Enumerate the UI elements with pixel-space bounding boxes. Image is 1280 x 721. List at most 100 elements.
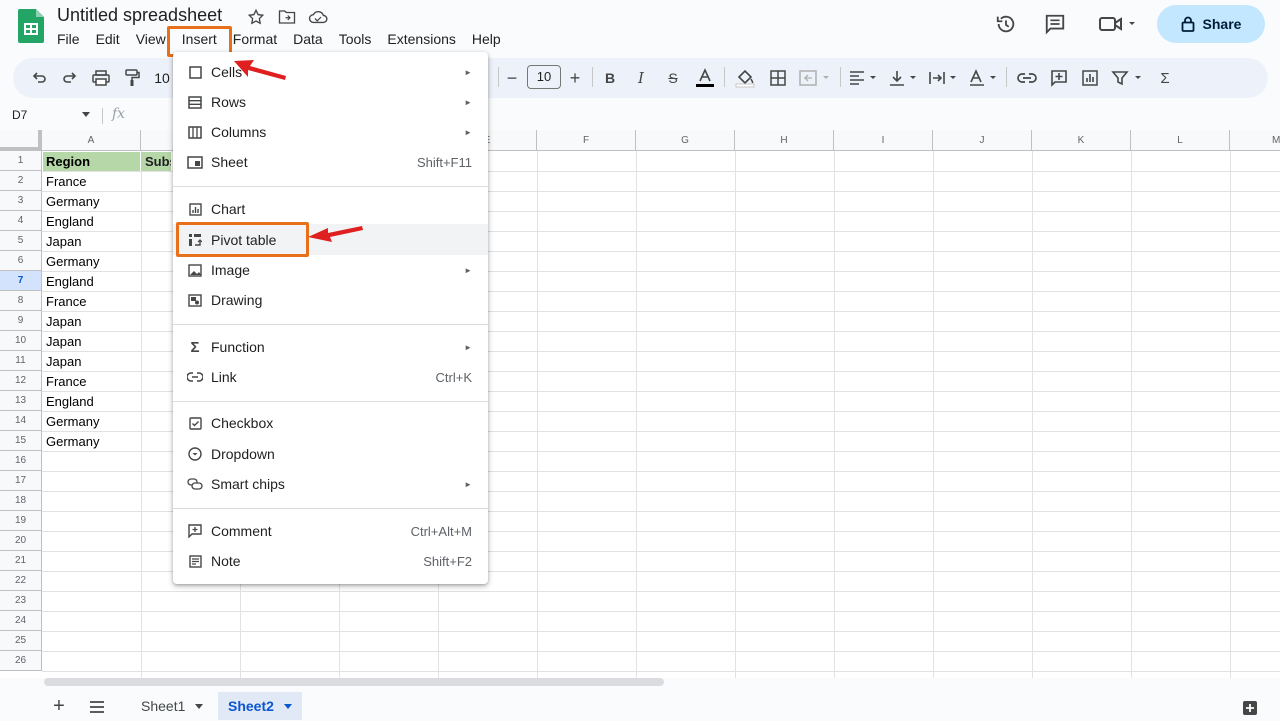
functions-icon[interactable]: Σ	[1153, 66, 1177, 90]
row-header[interactable]: 4	[0, 211, 42, 231]
cell-a[interactable]: Japan	[43, 232, 140, 251]
print-icon[interactable]	[89, 66, 113, 90]
undo-icon[interactable]	[27, 66, 51, 90]
column-header-h[interactable]: H	[735, 130, 834, 151]
menu-item-dropdown[interactable]: Dropdown	[173, 439, 488, 469]
cell-a[interactable]: France	[43, 292, 140, 311]
cell-a[interactable]: Germany	[43, 432, 140, 451]
row-header[interactable]: 1	[0, 151, 42, 171]
row-header[interactable]: 3	[0, 191, 42, 211]
row-header[interactable]: 16	[0, 451, 42, 471]
cell-a[interactable]: England	[43, 392, 140, 411]
horizontal-align-icon[interactable]	[848, 66, 882, 90]
menu-item-drawing[interactable]: Drawing	[173, 285, 488, 315]
menu-item-link[interactable]: Link Ctrl+K	[173, 362, 488, 392]
menu-help[interactable]: Help	[464, 30, 509, 50]
menu-data[interactable]: Data	[285, 30, 331, 50]
star-icon[interactable]	[246, 8, 266, 26]
menu-item-smart-chips[interactable]: Smart chips ►	[173, 469, 488, 499]
menu-edit[interactable]: Edit	[88, 30, 128, 50]
column-header-k[interactable]: K	[1032, 130, 1131, 151]
column-header-a[interactable]: A	[42, 130, 141, 151]
fill-color-icon[interactable]	[733, 66, 757, 90]
menu-item-function[interactable]: Σ Function ►	[173, 332, 488, 362]
name-box-dropdown-icon[interactable]	[82, 112, 90, 117]
row-header[interactable]: 23	[0, 591, 42, 611]
row-header[interactable]: 8	[0, 291, 42, 311]
row-header-selected[interactable]: 7	[0, 271, 42, 291]
menu-format[interactable]: Format	[225, 30, 285, 50]
row-header[interactable]: 18	[0, 491, 42, 511]
menu-item-sheet[interactable]: Sheet Shift+F11	[173, 147, 488, 177]
comments-icon[interactable]	[1043, 12, 1067, 36]
move-folder-icon[interactable]	[277, 8, 297, 26]
decrease-font-size-icon[interactable]: −	[500, 66, 524, 90]
meet-icon[interactable]	[1096, 12, 1140, 36]
row-header[interactable]: 15	[0, 431, 42, 451]
bold-icon[interactable]: B	[598, 66, 622, 90]
row-header[interactable]: 25	[0, 631, 42, 651]
sheet-tab-sheet2[interactable]: Sheet2	[218, 692, 302, 720]
strikethrough-icon[interactable]: S	[661, 66, 685, 90]
add-sheet-icon[interactable]: +	[50, 696, 68, 716]
all-sheets-icon[interactable]	[89, 700, 105, 713]
redo-icon[interactable]	[58, 66, 82, 90]
document-title[interactable]: Untitled spreadsheet	[57, 5, 222, 26]
menu-item-cells[interactable]: Cells ►	[173, 57, 488, 87]
merge-cells-icon[interactable]	[798, 66, 834, 90]
row-header[interactable]: 24	[0, 611, 42, 631]
sheet-tab-sheet1[interactable]: Sheet1	[131, 692, 213, 720]
text-wrapping-icon[interactable]	[928, 66, 962, 90]
column-header-i[interactable]: I	[834, 130, 933, 151]
insert-link-icon[interactable]	[1015, 66, 1039, 90]
insert-chart-icon[interactable]	[1078, 66, 1102, 90]
cell-a[interactable]: Germany	[43, 192, 140, 211]
row-header[interactable]: 9	[0, 311, 42, 331]
insert-comment-icon[interactable]	[1047, 66, 1071, 90]
italic-icon[interactable]: I	[629, 66, 653, 90]
share-button[interactable]: Share	[1157, 5, 1265, 43]
horizontal-scrollbar[interactable]	[44, 678, 664, 686]
row-header[interactable]: 10	[0, 331, 42, 351]
cell-b1-header[interactable]: Subs	[141, 152, 171, 171]
row-header[interactable]: 6	[0, 251, 42, 271]
version-history-icon[interactable]	[994, 12, 1018, 36]
zoom-select[interactable]: 10	[152, 66, 172, 90]
explore-icon[interactable]	[1242, 700, 1258, 716]
filter-icon[interactable]	[1110, 66, 1146, 90]
row-header[interactable]: 11	[0, 351, 42, 371]
row-header[interactable]: 21	[0, 551, 42, 571]
column-header-g[interactable]: G	[636, 130, 735, 151]
cell-a1-region[interactable]: Region	[43, 152, 140, 171]
cell-a[interactable]: France	[43, 172, 140, 191]
column-header-l[interactable]: L	[1131, 130, 1230, 151]
cell-a[interactable]: Germany	[43, 412, 140, 431]
borders-icon[interactable]	[766, 66, 790, 90]
menu-extensions[interactable]: Extensions	[379, 30, 463, 50]
row-header[interactable]: 2	[0, 171, 42, 191]
vertical-align-icon[interactable]	[888, 66, 922, 90]
increase-font-size-icon[interactable]: +	[563, 66, 587, 90]
row-header[interactable]: 22	[0, 571, 42, 591]
row-header[interactable]: 13	[0, 391, 42, 411]
cell-a[interactable]: Japan	[43, 312, 140, 331]
cell-a[interactable]: Japan	[43, 352, 140, 371]
row-header[interactable]: 19	[0, 511, 42, 531]
paint-format-icon[interactable]	[120, 66, 144, 90]
menu-item-rows[interactable]: Rows ►	[173, 87, 488, 117]
font-size-input[interactable]: 10	[527, 65, 561, 89]
row-header[interactable]: 17	[0, 471, 42, 491]
text-rotation-icon[interactable]	[968, 66, 1002, 90]
row-header[interactable]: 12	[0, 371, 42, 391]
menu-file[interactable]: File	[49, 30, 88, 50]
cell-a[interactable]: England	[43, 212, 140, 231]
row-header[interactable]: 14	[0, 411, 42, 431]
row-header[interactable]: 5	[0, 231, 42, 251]
menu-item-image[interactable]: Image ►	[173, 255, 488, 285]
text-color-icon[interactable]	[693, 66, 717, 90]
menu-item-note[interactable]: Note Shift+F2	[173, 546, 488, 576]
cell-a[interactable]: Germany	[43, 252, 140, 271]
column-header-f[interactable]: F	[537, 130, 636, 151]
column-header-j[interactable]: J	[933, 130, 1032, 151]
cell-a[interactable]: France	[43, 372, 140, 391]
